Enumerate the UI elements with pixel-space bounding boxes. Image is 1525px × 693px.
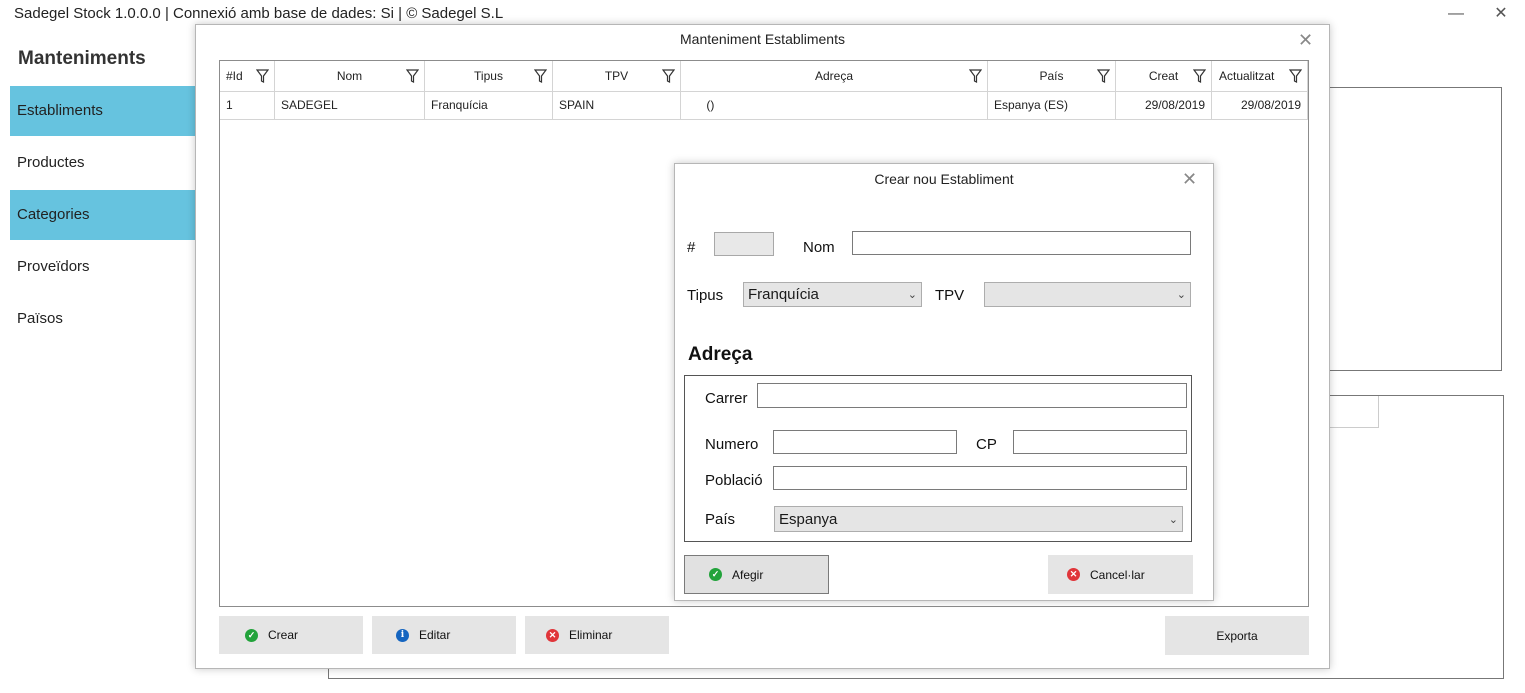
name-field[interactable]: [852, 231, 1191, 255]
column-header-actualitzat[interactable]: Actualitzat: [1212, 61, 1308, 92]
id-label: #: [687, 239, 696, 256]
column-header-label: #Id: [226, 69, 243, 83]
sidebar-item-proveidors[interactable]: Proveïdors: [10, 242, 195, 292]
create-dialog-close-icon[interactable]: ✕: [1182, 170, 1197, 188]
column-header-label: Nom: [336, 69, 363, 83]
table-cell[interactable]: Espanya (ES): [988, 92, 1116, 120]
export-button[interactable]: Exporta: [1165, 616, 1309, 655]
app-title: Sadegel Stock 1.0.0.0 | Connexió amb bas…: [14, 5, 504, 22]
chevron-down-icon: ⌄: [1168, 513, 1178, 526]
check-icon: ✓: [709, 568, 722, 581]
column-header-label: TPV: [604, 69, 629, 83]
country-label: País: [705, 511, 736, 528]
main-dialog-title: Manteniment Establiments: [680, 31, 845, 47]
chevron-down-icon: ⌄: [907, 289, 917, 301]
table-cell[interactable]: 1: [220, 92, 275, 120]
column-header-tipus[interactable]: Tipus: [425, 61, 553, 92]
column-header-pais[interactable]: País: [988, 61, 1116, 92]
column-header-label: País: [1039, 69, 1064, 83]
street-label: Carrer: [705, 390, 748, 407]
filter-icon[interactable]: [1193, 69, 1206, 83]
error-icon: ✕: [546, 628, 559, 642]
main-dialog-close-icon[interactable]: ✕: [1298, 31, 1313, 49]
tpv-select[interactable]: ⌄: [984, 282, 1191, 307]
cancel-button-label: Cancel·lar: [1090, 567, 1145, 582]
table-cell[interactable]: SADEGEL: [275, 92, 425, 120]
filter-icon[interactable]: [1097, 69, 1110, 83]
table-cell[interactable]: (): [681, 92, 988, 120]
column-header-creat[interactable]: Creat: [1116, 61, 1212, 92]
type-select-value: Franquícia: [748, 286, 819, 303]
filter-icon[interactable]: [256, 69, 269, 83]
name-label: Nom: [803, 239, 835, 256]
id-field: [714, 232, 774, 256]
tpv-label: TPV: [935, 287, 965, 304]
country-select-value: Espanya: [779, 510, 838, 528]
number-field[interactable]: [773, 430, 957, 454]
background-panel-cell: [1328, 396, 1379, 428]
type-label: Tipus: [687, 287, 724, 304]
chevron-down-icon: ⌄: [1176, 289, 1186, 301]
edit-button-label: Editar: [419, 628, 451, 642]
error-icon: ✕: [1067, 568, 1080, 581]
column-header-adreca[interactable]: Adreça: [681, 61, 988, 92]
edit-button[interactable]: i Editar: [372, 616, 516, 654]
column-header-label: Tipus: [474, 69, 503, 83]
close-app-button[interactable]: ✕: [1491, 4, 1511, 24]
add-button[interactable]: ✓ Afegir: [684, 555, 829, 594]
create-button[interactable]: ✓ Crear: [219, 616, 363, 654]
country-select[interactable]: Espanya ⌄: [774, 506, 1183, 532]
cp-label: CP: [976, 436, 997, 453]
sidebar-item-categories[interactable]: Categories: [10, 190, 195, 240]
sidebar-title: Manteniments: [18, 48, 146, 69]
background-panel-top: [1300, 87, 1502, 371]
table-cell[interactable]: Franquícia: [425, 92, 553, 120]
check-icon: ✓: [245, 628, 258, 642]
sidebar-item-paisos[interactable]: Països: [10, 294, 195, 344]
info-icon: i: [396, 628, 409, 642]
sidebar-item-productes[interactable]: Productes: [10, 138, 195, 188]
filter-icon[interactable]: [1289, 69, 1302, 83]
town-label: Població: [705, 472, 763, 489]
filter-icon[interactable]: [969, 69, 982, 83]
export-button-label: Exporta: [1216, 628, 1258, 643]
table-cell[interactable]: 29/08/2019: [1212, 92, 1308, 120]
filter-icon[interactable]: [662, 69, 675, 83]
street-field[interactable]: [757, 383, 1187, 408]
create-dialog: Crear nou Establiment ✕ # Nom Tipus Fran…: [674, 163, 1214, 601]
type-select[interactable]: Franquícia ⌄: [743, 282, 922, 307]
address-heading: Adreça: [688, 344, 753, 365]
delete-button[interactable]: ✕ Eliminar: [525, 616, 669, 654]
filter-icon[interactable]: [406, 69, 419, 83]
town-field[interactable]: [773, 466, 1187, 490]
create-button-label: Crear: [268, 628, 299, 642]
number-label: Numero: [705, 436, 759, 453]
column-header-tpv[interactable]: TPV: [553, 61, 681, 92]
filter-icon[interactable]: [534, 69, 547, 83]
delete-button-label: Eliminar: [569, 628, 613, 642]
column-header-id[interactable]: #Id: [220, 61, 275, 92]
column-header-label: Adreça: [814, 69, 854, 83]
address-group: Carrer Numero CP Població País Espanya ⌄: [684, 375, 1192, 542]
cancel-button[interactable]: ✕ Cancel·lar: [1048, 555, 1193, 594]
sidebar-item-establiments[interactable]: Establiments: [10, 86, 195, 136]
column-header-nom[interactable]: Nom: [275, 61, 425, 92]
column-header-label: Actualitzat: [1219, 69, 1275, 83]
table-cell[interactable]: SPAIN: [553, 92, 681, 120]
create-dialog-title: Crear nou Establiment: [874, 171, 1014, 187]
add-button-label: Afegir: [732, 567, 764, 582]
table-cell[interactable]: 29/08/2019: [1116, 92, 1212, 120]
column-header-label: Creat: [1148, 69, 1179, 83]
minimize-button[interactable]: —: [1446, 4, 1466, 24]
cp-field[interactable]: [1013, 430, 1187, 454]
